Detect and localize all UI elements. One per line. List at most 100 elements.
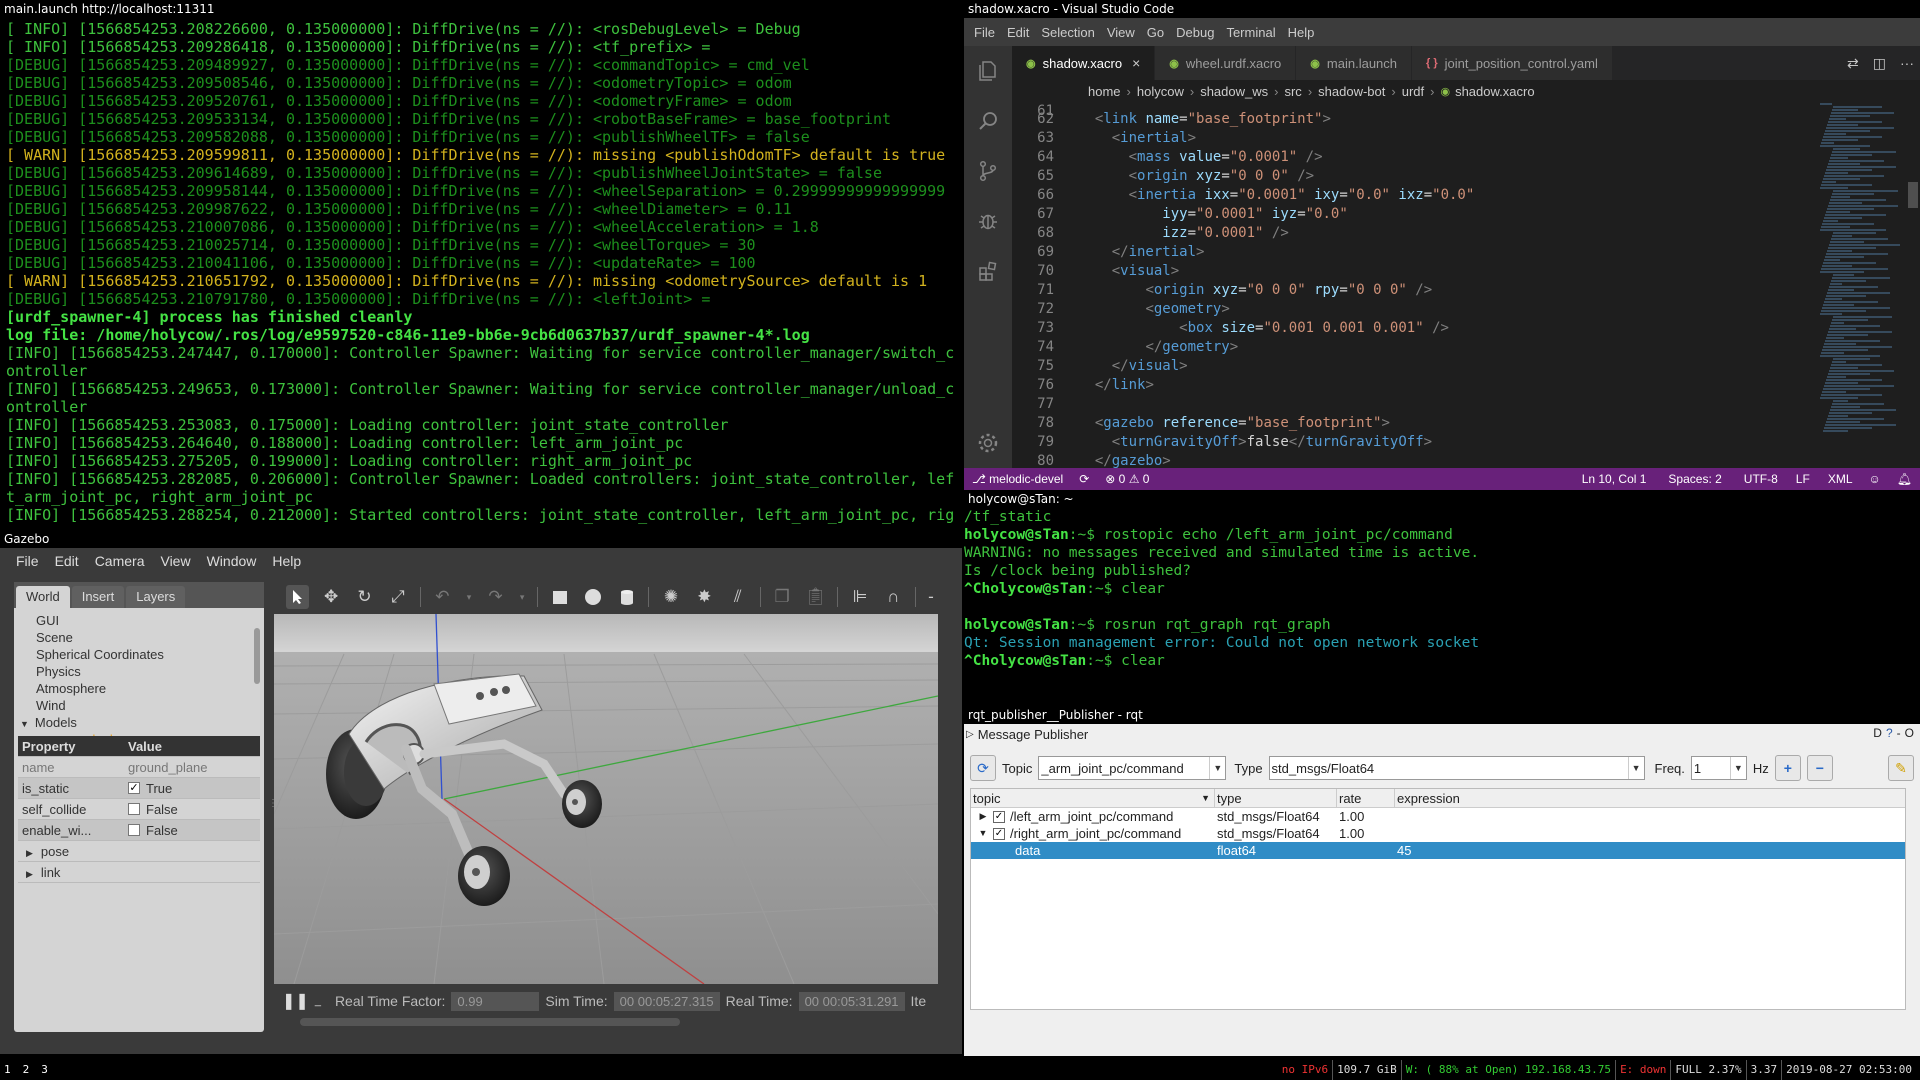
property-value[interactable]: False: [124, 823, 260, 838]
extensions-icon[interactable]: [964, 246, 1012, 296]
directional-light-icon[interactable]: ⫽: [726, 585, 749, 609]
workspace-2[interactable]: 2: [23, 1060, 30, 1080]
menu-help[interactable]: Help: [1282, 25, 1321, 40]
menu-view[interactable]: View: [152, 553, 198, 569]
compare-changes-icon[interactable]: ⇄: [1847, 55, 1859, 72]
more-actions-icon[interactable]: ···: [1900, 55, 1914, 71]
chevron-down-icon[interactable]: ▼: [20, 719, 29, 729]
paste-icon[interactable]: 📋︎: [804, 585, 827, 609]
workspace-3[interactable]: 3: [41, 1060, 48, 1080]
split-editor-icon[interactable]: ◫: [1873, 55, 1886, 72]
property-value[interactable]: False: [124, 802, 260, 817]
enable-checkbox[interactable]: ✓: [993, 810, 1005, 823]
source-control-icon[interactable]: [964, 146, 1012, 196]
code-editor[interactable]: 61 62 <link name="base_footprint"> 63 <ine…: [1012, 102, 1820, 468]
clear-button[interactable]: ✎: [1888, 755, 1914, 781]
refresh-button[interactable]: ⟳: [970, 755, 996, 781]
add-publisher-button[interactable]: +: [1774, 755, 1801, 781]
indentation[interactable]: Spaces: 2: [1654, 472, 1729, 486]
checkbox[interactable]: [128, 824, 140, 836]
cylinder-shape-icon[interactable]: [615, 585, 638, 609]
redo-dropdown-icon[interactable]: ▾: [517, 585, 527, 609]
breadcrumb-item[interactable]: shadow_ws: [1200, 84, 1268, 99]
undo-dropdown-icon[interactable]: ▾: [464, 585, 474, 609]
type-combo[interactable]: std_msgs/Float64 ▼: [1268, 756, 1645, 780]
menu-file[interactable]: File: [968, 25, 1001, 40]
col-expression[interactable]: expression: [1395, 789, 1905, 807]
table-row[interactable]: ▶ ✓ /left_arm_joint_pc/command std_msgs/Flo…: [971, 808, 1905, 825]
debug-icon[interactable]: [964, 196, 1012, 246]
cursor-position[interactable]: Ln 10, Col 1: [1574, 472, 1655, 486]
undo-icon[interactable]: ↶: [431, 585, 454, 609]
checkbox[interactable]: [128, 803, 140, 815]
minimap[interactable]: [1820, 102, 1906, 468]
search-icon[interactable]: [964, 96, 1012, 146]
snap-magnet-icon[interactable]: ∩: [882, 585, 905, 609]
tree-item[interactable]: Physics: [14, 663, 264, 680]
minimize-button[interactable]: -: [1897, 726, 1901, 740]
tree-item[interactable]: GUI: [14, 612, 264, 629]
select-mode-icon[interactable]: [286, 585, 310, 609]
chevron-down-icon[interactable]: ▼: [977, 825, 989, 842]
tree-item[interactable]: Spherical Coordinates: [14, 646, 264, 663]
language-mode[interactable]: XML: [1818, 472, 1861, 486]
close-icon[interactable]: ×: [1132, 55, 1140, 71]
gazebo-hscroll[interactable]: [300, 1018, 680, 1026]
breadcrumb-item[interactable]: home: [1088, 84, 1121, 99]
sphere-shape-icon[interactable]: [581, 585, 604, 609]
tab-wheel-urdf-xacro[interactable]: ◉ wheel.urdf.xacro: [1155, 46, 1297, 80]
menu-edit[interactable]: Edit: [47, 553, 87, 569]
breadcrumb-item[interactable]: shadow.xacro: [1455, 84, 1535, 99]
menu-view[interactable]: View: [1101, 25, 1141, 40]
translate-mode-icon[interactable]: ✥: [319, 585, 342, 609]
tree-scrollbar[interactable]: [254, 628, 260, 684]
tab-main-launch[interactable]: ◉ main.launch: [1296, 46, 1413, 80]
breadcrumb-item[interactable]: src: [1284, 84, 1301, 99]
col-type[interactable]: type: [1215, 789, 1337, 807]
property-row[interactable]: enable_wi... False: [18, 820, 260, 841]
expression-cell[interactable]: [1395, 808, 1905, 825]
expression-cell[interactable]: 45: [1395, 842, 1905, 859]
3d-viewport[interactable]: [274, 614, 938, 984]
expander-link[interactable]: ▶ link: [18, 862, 260, 883]
plugin-expand-icon[interactable]: ▷: [966, 729, 974, 740]
notifications-bell-icon[interactable]: 🔔︎: [1889, 472, 1920, 486]
property-row[interactable]: self_collide False: [18, 799, 260, 820]
sync-icon[interactable]: ⟳: [1071, 472, 1097, 486]
tab-shadow-xacro[interactable]: ◉ shadow.xacro ×: [1012, 46, 1156, 80]
spot-light-icon[interactable]: ✸: [693, 585, 716, 609]
col-rate[interactable]: rate: [1337, 789, 1395, 807]
scale-mode-icon[interactable]: ⤢: [386, 585, 409, 609]
problems-indicator[interactable]: ⊗ 0 ⚠ 0: [1097, 472, 1157, 486]
remove-publisher-button[interactable]: −: [1806, 755, 1833, 781]
close-button[interactable]: O: [1905, 726, 1914, 740]
box-shape-icon[interactable]: [548, 585, 571, 609]
tab-world[interactable]: World: [16, 586, 70, 608]
align-icon[interactable]: ⊫: [848, 585, 871, 609]
copy-icon[interactable]: ❐: [770, 585, 793, 609]
menu-edit[interactable]: Edit: [1001, 25, 1035, 40]
point-light-icon[interactable]: ✺: [659, 585, 682, 609]
menu-terminal[interactable]: Terminal: [1220, 25, 1281, 40]
menu-file[interactable]: File: [8, 553, 47, 569]
menu-debug[interactable]: Debug: [1170, 25, 1220, 40]
expander-pose[interactable]: ▶ pose: [18, 841, 260, 862]
checkbox[interactable]: ✓: [128, 782, 140, 794]
help-icon[interactable]: ?: [1886, 726, 1893, 740]
menu-camera[interactable]: Camera: [87, 553, 153, 569]
workspace-1[interactable]: 1: [4, 1060, 11, 1080]
roslaunch-terminal[interactable]: [ INFO] [1566854253.208226600, 0.1350000…: [0, 18, 962, 530]
breadcrumb-item[interactable]: holycow: [1137, 84, 1184, 99]
toolbar-overflow-icon[interactable]: -: [926, 585, 936, 609]
menu-go[interactable]: Go: [1141, 25, 1170, 40]
table-row[interactable]: ▼ ✓ /right_arm_joint_pc/command std_msgs/Fl…: [971, 825, 1905, 842]
table-row[interactable]: data float64 45: [971, 842, 1905, 859]
chevron-right-icon[interactable]: ▶: [977, 808, 989, 825]
encoding[interactable]: UTF-8: [1730, 472, 1786, 486]
line-ending[interactable]: LF: [1786, 472, 1818, 486]
redo-icon[interactable]: ↷: [484, 585, 507, 609]
scrollbar-thumb[interactable]: [1908, 182, 1918, 208]
editor-scrollbar[interactable]: [1906, 102, 1920, 468]
rotate-mode-icon[interactable]: ↻: [353, 585, 376, 609]
tree-item[interactable]: ▼ Models: [14, 714, 264, 731]
